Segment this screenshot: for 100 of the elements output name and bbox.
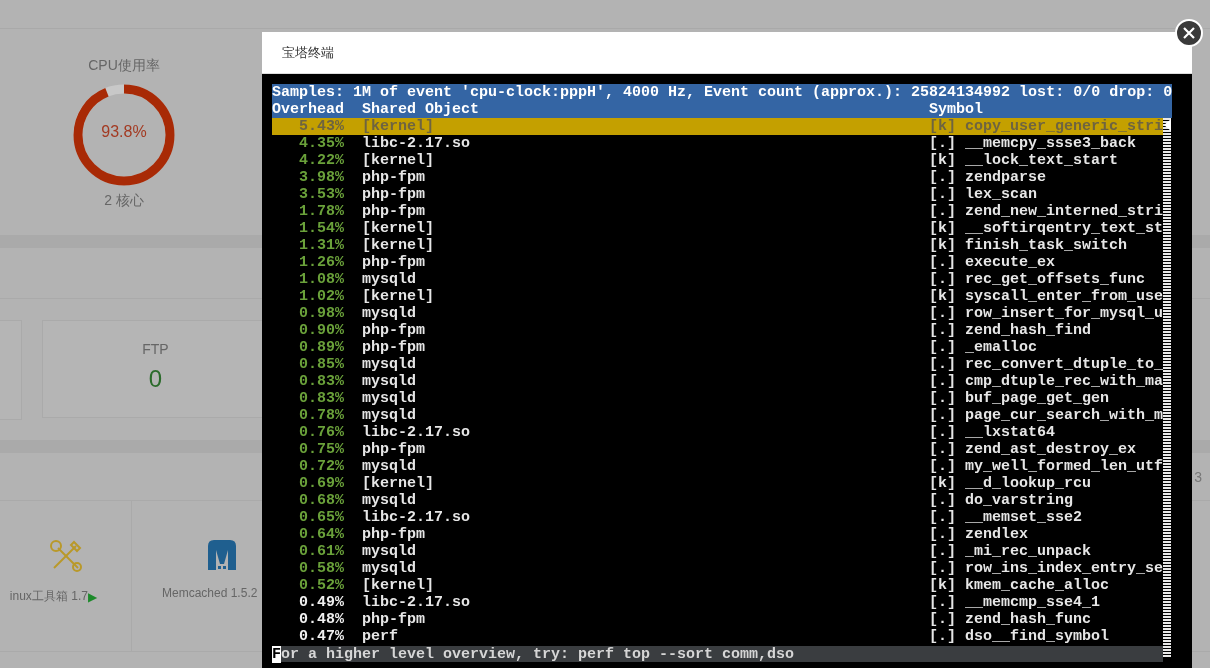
overhead-cell-text: 0.76% — [298, 424, 344, 441]
shared-object-cell-text: [kernel] — [362, 220, 435, 237]
process-row[interactable]: 0.89% php-fpm [.] _emalloc — [272, 339, 1163, 356]
process-row[interactable]: 1.08% mysqld [.] rec_get_offsets_func — [272, 271, 1163, 288]
process-row[interactable]: 4.22% [kernel] [k] __lock_text_start — [272, 152, 1163, 169]
symbol-cell-text: [.] __memcmp_sse4_1 — [929, 594, 1102, 611]
shared-object-cell-text: php-fpm — [362, 254, 426, 271]
column-header[interactable]: Overhead — [272, 101, 344, 118]
close-icon — [1183, 27, 1195, 39]
symbol-cell-text: [.] zendlex — [929, 526, 1030, 543]
process-row[interactable]: 0.65% libc-2.17.so [.] __memset_sse2 — [272, 509, 1163, 526]
symbol-cell-text: [.] zend_ast_destroy_ex — [929, 441, 1138, 458]
process-row[interactable]: 0.98% mysqld [.] row_insert_for_mysql_u — [272, 305, 1163, 322]
process-row[interactable]: 1.78% php-fpm [.] zend_new_interned_stri — [272, 203, 1163, 220]
process-row[interactable]: 0.69% [kernel] [k] __d_lookup_rcu — [272, 475, 1163, 492]
process-row[interactable]: 0.90% php-fpm [.] zend_hash_find — [272, 322, 1163, 339]
shared-object-cell-text: [kernel] — [362, 152, 435, 169]
shared-object-cell-text: libc-2.17.so — [362, 424, 472, 441]
column-header[interactable]: Symbol — [929, 101, 1172, 118]
shared-object-cell-text: php-fpm — [362, 339, 426, 356]
process-row[interactable]: 0.75% php-fpm [.] zend_ast_destroy_ex — [272, 441, 1163, 458]
process-row[interactable]: 0.48% php-fpm [.] zend_hash_func — [272, 611, 1163, 628]
process-row[interactable]: 1.31% [kernel] [k] finish_task_switch — [272, 237, 1163, 254]
symbol-cell-text: [.] rec_get_offsets_func — [929, 271, 1147, 288]
overhead-cell-text: 0.47% — [298, 628, 344, 645]
symbol-cell: [.] my_well_formed_len_utf — [928, 458, 1163, 475]
shared-object-cell-text: mysqld — [362, 305, 417, 322]
process-row[interactable]: 1.26% php-fpm [.] execute_ex — [272, 254, 1163, 271]
process-row[interactable]: 0.64% php-fpm [.] zendlex — [272, 526, 1163, 543]
scrollbar[interactable] — [1163, 118, 1171, 660]
process-row[interactable]: 3.53% php-fpm [.] lex_scan — [272, 186, 1163, 203]
process-row[interactable]: 0.83% mysqld [.] cmp_dtuple_rec_with_ma — [272, 373, 1163, 390]
overhead-cell-text: 1.31% — [298, 237, 344, 254]
shared-object-cell-text: mysqld — [362, 390, 417, 407]
symbol-cell-text: [k] __lock_text_start — [929, 152, 1120, 169]
shared-object-cell-text: mysqld — [362, 543, 417, 560]
process-row[interactable]: 0.47% perf [.] dso__find_symbol — [272, 628, 1163, 645]
cpu-usage-value: 93.8% — [100, 123, 148, 141]
symbol-cell-text: [.] zend_hash_find — [929, 322, 1093, 339]
process-row[interactable]: 0.58% mysqld [.] row_ins_index_entry_se — [272, 560, 1163, 577]
overhead-cell-text: 0.98% — [297, 305, 344, 322]
process-row[interactable]: 0.61% mysqld [.] _mi_rec_unpack — [272, 543, 1163, 560]
process-row[interactable]: 0.52% [kernel] [k] kmem_cache_alloc — [272, 577, 1163, 594]
process-row[interactable]: 0.78% mysqld [.] page_cur_search_with_m — [272, 407, 1163, 424]
process-row[interactable]: 0.83% mysqld [.] buf_page_get_gen — [272, 390, 1163, 407]
shared-object-cell-text: [kernel] — [362, 118, 435, 135]
shared-object-cell-text: php-fpm — [362, 322, 426, 339]
process-row[interactable]: 1.02% [kernel] [k] syscall_enter_from_use — [272, 288, 1163, 305]
column-header[interactable]: Shared Object — [362, 101, 930, 118]
symbol-cell-text: [.] _emalloc — [929, 339, 1039, 356]
process-row[interactable]: 0.76% libc-2.17.so [.] __lxstat64 — [272, 424, 1163, 441]
shared-object-cell-text: mysqld — [362, 356, 417, 373]
tools-icon — [47, 538, 84, 574]
symbol-cell-text: [k] __d_lookup_rcu — [929, 475, 1093, 492]
overhead-cell-text: 0.64% — [298, 526, 344, 543]
symbol-cell: [.] rec_convert_dtuple_to_ — [928, 356, 1163, 373]
shared-object-cell-text: php-fpm — [362, 186, 426, 203]
shared-object-cell-text: mysqld — [362, 458, 417, 475]
process-row[interactable]: 0.68% mysqld [.] do_varstring — [272, 492, 1163, 509]
symbol-cell-text: [k] finish_task_switch — [929, 237, 1129, 254]
overhead-cell-text: 0.61% — [298, 543, 344, 560]
overhead-cell-text: 0.69% — [298, 475, 344, 492]
overhead-cell-text: 1.78% — [297, 203, 344, 220]
shared-object-cell-text: mysqld — [362, 373, 417, 390]
symbol-cell-text: [.] zendparse — [929, 169, 1048, 186]
overhead-cell-text: 3.98% — [298, 169, 344, 186]
overhead-cell-text: 1.54% — [297, 220, 344, 237]
shared-object-cell-text: libc-2.17.so — [362, 594, 472, 611]
shared-object-cell-text: mysqld — [362, 560, 417, 577]
symbol-cell-text: [.] buf_page_get_gen — [929, 390, 1111, 407]
overhead-cell-text: 0.48% — [298, 611, 344, 628]
symbol-cell-text: [.] lex_scan — [929, 186, 1039, 203]
process-row[interactable]: 1.54% [kernel] [k] __softirqentry_text_st — [272, 220, 1163, 237]
process-row[interactable]: 3.98% php-fpm [.] zendparse — [272, 169, 1163, 186]
overhead-cell-text: 0.83% — [297, 373, 344, 390]
overhead-cell-text: 0.65% — [298, 509, 344, 526]
overhead-cell-text: 1.02% — [297, 288, 344, 305]
shared-object-cell-text: php-fpm — [362, 169, 426, 186]
overhead-cell-text: 1.08% — [298, 271, 344, 288]
overhead-cell-text: 0.78% — [297, 407, 344, 424]
shared-object-cell-text: php-fpm — [362, 611, 426, 628]
process-row[interactable]: 0.85% mysqld [.] rec_convert_dtuple_to_ — [272, 356, 1163, 373]
shared-object-cell-text: mysqld — [362, 492, 417, 509]
symbol-cell: [.] page_cur_search_with_m — [928, 407, 1163, 424]
symbol-cell: [.] row_insert_for_mysql_u — [928, 305, 1163, 322]
symbol-cell-text: [.] do_varstring — [929, 492, 1075, 509]
stat-value: 0 — [148, 365, 163, 393]
cpu-usage-title: CPU使用率 — [88, 56, 160, 74]
overhead-cell-text: 4.22% — [298, 152, 344, 169]
symbol-cell-text: [.] __memcpy_ssse3_back — [929, 135, 1138, 152]
process-row[interactable]: 0.49% libc-2.17.so [.] __memcmp_sse4_1 — [272, 594, 1163, 611]
shared-object-cell-text: libc-2.17.so — [362, 135, 472, 152]
symbol-cell: [k] syscall_enter_from_use — [928, 288, 1163, 305]
process-row[interactable]: 0.72% mysqld [.] my_well_formed_len_utf — [272, 458, 1163, 475]
overhead-cell-text: 1.26% — [298, 254, 344, 271]
shared-object-cell-text: [kernel] — [362, 577, 435, 594]
process-row[interactable]: 4.35% libc-2.17.so [.] __memcpy_ssse3_back — [272, 135, 1163, 152]
symbol-cell-text: [k] kmem_cache_alloc — [929, 577, 1111, 594]
shared-object-cell-text: perf — [362, 628, 399, 645]
shared-object-cell-text: mysqld — [362, 407, 417, 424]
